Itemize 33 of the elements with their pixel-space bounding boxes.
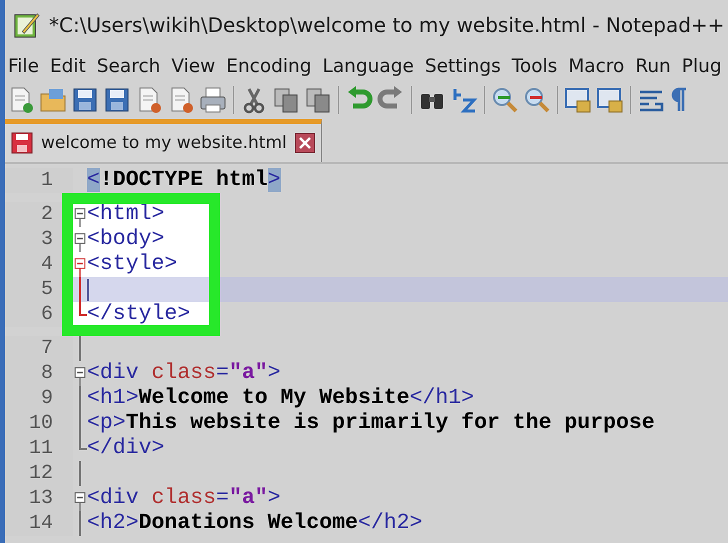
menu-item[interactable]: Encoding (226, 56, 312, 76)
code-line: <div class="a"> (87, 361, 281, 386)
copy-icon[interactable] (272, 86, 300, 114)
menu-item[interactable]: Run (635, 56, 671, 76)
menu-item[interactable]: Search (96, 56, 160, 76)
close-icon[interactable] (294, 133, 315, 153)
menu-item[interactable]: File (8, 56, 39, 76)
text-cursor (87, 278, 89, 300)
code-line: <h1>Welcome to My Website</h1> (87, 386, 474, 411)
code-line: <style> (87, 252, 178, 277)
window-title: *C:\Users\wikih\Desktop\welcome to my website.html - Notepad++ (49, 13, 724, 37)
menu-item[interactable]: Macro (568, 56, 624, 76)
menu-item[interactable]: Tools (512, 56, 558, 76)
menu-item[interactable]: Edit (50, 56, 86, 76)
menu-item[interactable]: Settings (424, 56, 501, 76)
zoom-out-icon[interactable] (523, 86, 551, 114)
paste-icon[interactable] (304, 86, 332, 114)
code-line: <body> (87, 227, 164, 252)
code-line: <!DOCTYPE html> (87, 168, 281, 193)
code-line: </style> (87, 302, 190, 327)
code-line: <div class="a"> (87, 486, 281, 511)
code-line: <h2>Donations Welcome</h2> (87, 511, 422, 536)
notepad-app-icon (13, 11, 41, 39)
printer-icon[interactable] (199, 86, 227, 114)
pilcrow-icon[interactable] (669, 86, 689, 114)
file-tab[interactable]: welcome to my website.html (5, 119, 322, 162)
code-line: <html> (87, 202, 164, 227)
code-line: <p>This website is primarily for the purpose (87, 411, 655, 436)
zoom-in-icon[interactable] (491, 86, 519, 114)
code-line: </div> (87, 436, 164, 461)
menu-item[interactable]: Plug (682, 56, 722, 76)
menu-item[interactable]: Language (322, 56, 414, 76)
menu-item[interactable]: View (171, 56, 216, 76)
